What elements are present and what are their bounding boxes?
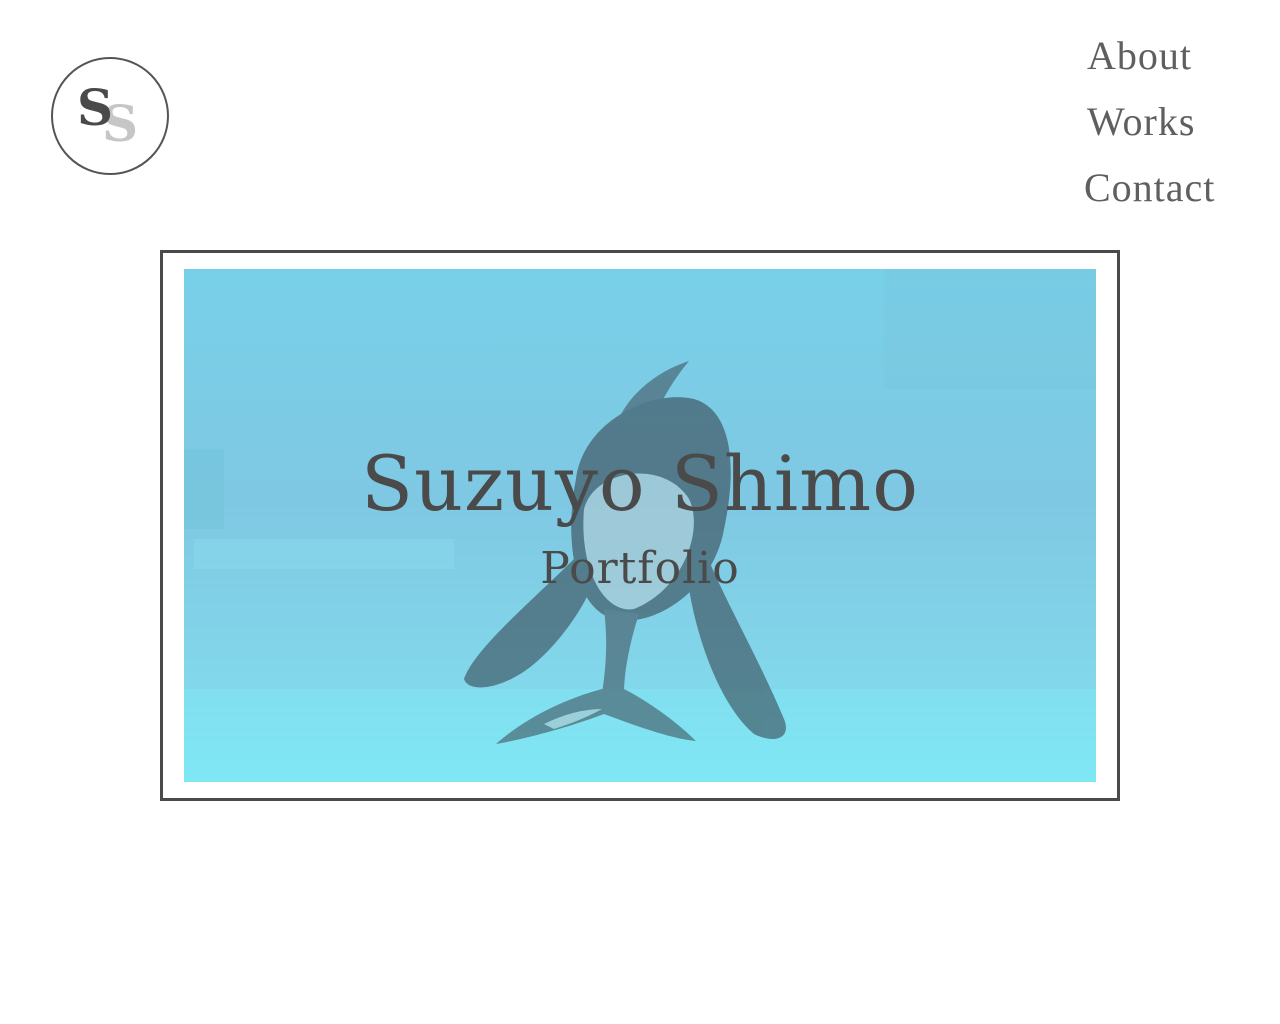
nav-link-contact[interactable]: Contact [1084,162,1264,228]
hero-title: Suzuyo Shimo [361,439,919,528]
site-logo[interactable]: S S [51,57,169,175]
hero-image: Suzuyo Shimo Portfolio [184,269,1096,782]
main-nav: About Works Contact [1084,30,1264,228]
nav-link-works[interactable]: Works [1084,96,1264,162]
hero-frame: Suzuyo Shimo Portfolio [160,250,1120,801]
hero-subtitle: Portfolio [540,543,740,594]
logo-letter-primary: S [77,78,114,137]
nav-link-about[interactable]: About [1084,30,1264,96]
